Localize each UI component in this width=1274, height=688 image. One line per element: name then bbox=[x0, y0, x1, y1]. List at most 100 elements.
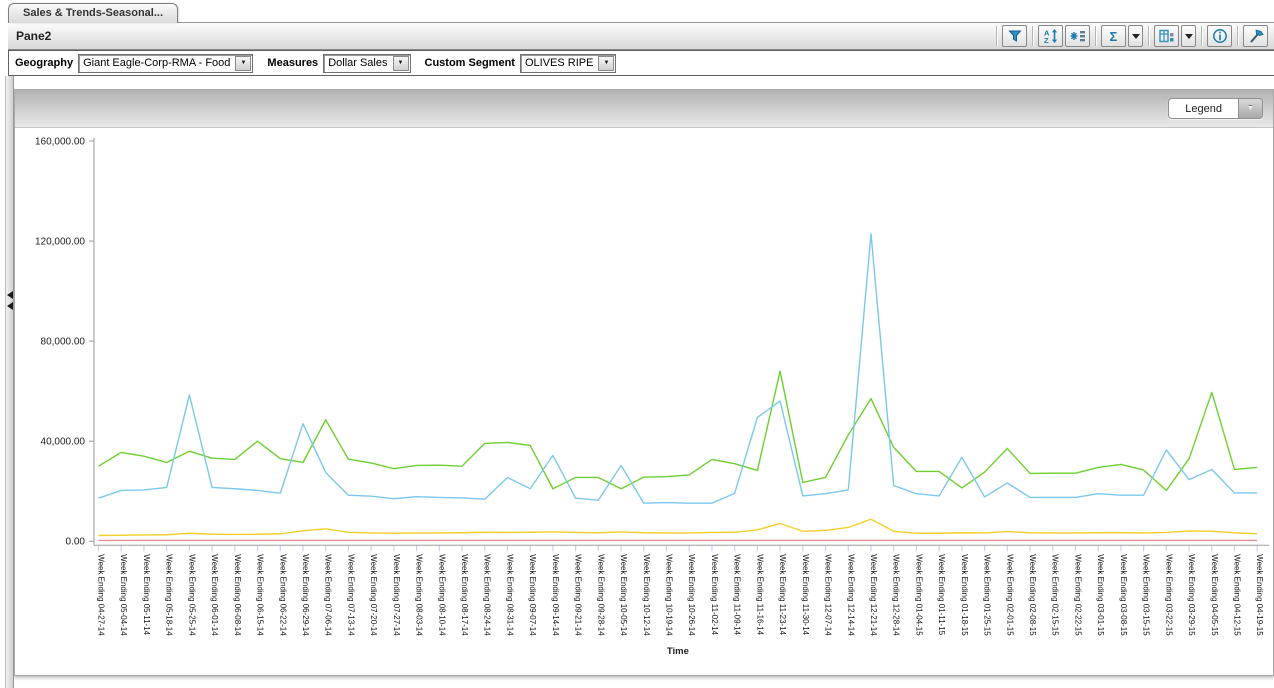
x-tick-label: Week Ending 10-19-14 bbox=[664, 554, 673, 636]
y-tick-label: 120,000.00 bbox=[35, 237, 85, 248]
table-layout-dropdown-button[interactable] bbox=[1181, 25, 1196, 47]
toolbar: A Z Σ bbox=[993, 25, 1270, 47]
legend-button-label: Legend bbox=[1169, 99, 1238, 118]
x-tick-label: Week Ending 09-28-14 bbox=[596, 554, 605, 636]
pane-body: Legend ▼ 0.00 40,000.00 80,000.00 120,000.0… bbox=[0, 76, 1274, 688]
filter-icon bbox=[1007, 28, 1023, 44]
x-tick-label: Week Ending 06-15-14 bbox=[256, 554, 265, 636]
info-button[interactable] bbox=[1207, 25, 1232, 47]
x-tick-label: Week Ending 06-22-14 bbox=[278, 554, 287, 636]
sigma-icon: Σ bbox=[1106, 28, 1122, 44]
sort-button[interactable]: A Z bbox=[1038, 25, 1063, 47]
x-tick-label: Week Ending 11-30-14 bbox=[801, 554, 810, 635]
tools-button[interactable] bbox=[1243, 25, 1268, 47]
x-tick-label: Week Ending 06-08-14 bbox=[233, 554, 242, 636]
pane-splitter[interactable] bbox=[5, 76, 14, 688]
y-tick-label: 160,000.00 bbox=[35, 136, 85, 147]
toolbar-separator bbox=[1237, 26, 1238, 46]
y-tick-label: 80,000.00 bbox=[41, 337, 86, 348]
custom-segment-dropdown[interactable]: OLIVES RIPE ▼ bbox=[520, 54, 616, 73]
table-layout-icon bbox=[1159, 28, 1175, 44]
x-tick-label: Week Ending 03-01-15 bbox=[1096, 554, 1105, 636]
collapse-left-icon bbox=[7, 291, 13, 299]
tools-icon bbox=[1248, 28, 1264, 44]
x-tick-label: Week Ending 02-15-15 bbox=[1051, 554, 1060, 636]
x-axis-title: Time bbox=[667, 646, 689, 657]
sort-icon: A Z bbox=[1043, 28, 1059, 44]
chevron-down-icon: ▼ bbox=[598, 56, 614, 71]
yellow-series bbox=[99, 519, 1258, 535]
x-tick-label: Week Ending 06-01-14 bbox=[210, 554, 219, 636]
toolbar-separator bbox=[996, 26, 997, 46]
geography-dropdown[interactable]: Giant Eagle-Corp-RMA - Food ▼ bbox=[78, 54, 253, 73]
x-tick-label: Week Ending 01-04-15 bbox=[914, 554, 923, 636]
x-tick-label: Week Ending 11-16-14 bbox=[755, 554, 764, 635]
x-tick-label: Week Ending 10-05-14 bbox=[619, 554, 628, 636]
toolbar-separator bbox=[1148, 26, 1149, 46]
chart-panel: Legend ▼ 0.00 40,000.00 80,000.00 120,000.0… bbox=[14, 89, 1274, 676]
x-tick-label: Week Ending 08-24-14 bbox=[483, 554, 492, 636]
sigma-dropdown-arrow bbox=[1132, 33, 1140, 39]
x-tick-label: Week Ending 04-19-15 bbox=[1255, 554, 1264, 636]
x-tick-label: Week Ending 11-09-14 bbox=[733, 554, 742, 635]
green-series bbox=[99, 371, 1258, 490]
pane-header: Pane2 A Z bbox=[8, 22, 1274, 50]
custom-segment-value: OLIVES RIPE bbox=[521, 57, 597, 69]
x-tick-label: Week Ending 11-23-14 bbox=[778, 554, 787, 635]
filter-bar: Geography Giant Eagle-Corp-RMA - Food ▼ … bbox=[8, 50, 1274, 76]
info-icon bbox=[1212, 28, 1228, 44]
x-tick-label: Week Ending 12-28-14 bbox=[892, 554, 901, 636]
tab-sales-trends-seasonal[interactable]: Sales & Trends-Seasonal... bbox=[8, 3, 178, 23]
y-tick-label: 0.00 bbox=[66, 537, 86, 548]
filter-button[interactable] bbox=[1002, 25, 1027, 47]
app-window: Sales & Trends-Seasonal... Pane2 A Z bbox=[0, 0, 1274, 688]
x-tick-label: Week Ending 06-29-14 bbox=[301, 554, 310, 636]
tab-label: Sales & Trends-Seasonal... bbox=[23, 7, 163, 19]
table-layout-button[interactable] bbox=[1154, 25, 1179, 47]
svg-text:Σ: Σ bbox=[1109, 29, 1117, 44]
x-tick-label: Week Ending 01-11-15 bbox=[937, 554, 946, 635]
collapse-pane-arrows[interactable] bbox=[7, 288, 13, 313]
x-tick-label: Week Ending 09-07-14 bbox=[528, 554, 537, 636]
x-tick-label: Week Ending 07-13-14 bbox=[346, 554, 355, 636]
geography-value: Giant Eagle-Corp-RMA - Food bbox=[79, 57, 234, 69]
y-tick-label: 40,000.00 bbox=[41, 437, 86, 448]
pane-title: Pane2 bbox=[16, 29, 51, 43]
x-tick-label: Week Ending 09-21-14 bbox=[574, 554, 583, 636]
sigma-dropdown-button[interactable] bbox=[1128, 25, 1143, 47]
x-tick-label: Week Ending 03-29-15 bbox=[1187, 554, 1196, 636]
chart-header: Legend ▼ bbox=[15, 90, 1273, 128]
x-tick-label: Week Ending 08-17-14 bbox=[460, 554, 469, 636]
x-tick-label: Week Ending 11-02-14 bbox=[710, 554, 719, 635]
x-tick-label: Week Ending 03-15-15 bbox=[1142, 554, 1151, 636]
sigma-button[interactable]: Σ bbox=[1101, 25, 1126, 47]
x-tick-label: Week Ending 12-21-14 bbox=[869, 554, 878, 636]
x-tick-label: Week Ending 01-18-15 bbox=[960, 554, 969, 636]
x-tick-label: Week Ending 05-11-14 bbox=[142, 554, 151, 635]
custom-segment-label: Custom Segment bbox=[425, 57, 515, 69]
x-tick-label: Week Ending 08-31-14 bbox=[505, 554, 514, 636]
x-tick-label: Week Ending 02-22-15 bbox=[1073, 554, 1082, 636]
geography-label: Geography bbox=[15, 57, 73, 69]
x-tick-label: Week Ending 07-06-14 bbox=[324, 554, 333, 636]
multi-select-button[interactable] bbox=[1065, 25, 1090, 47]
x-tick-label: Week Ending 09-14-14 bbox=[551, 554, 560, 636]
x-tick-label: Week Ending 05-25-14 bbox=[187, 554, 196, 636]
x-tick-label: Week Ending 08-10-14 bbox=[437, 554, 446, 636]
x-tick-label: Week Ending 08-03-14 bbox=[415, 554, 424, 636]
toolbar-separator bbox=[1201, 26, 1202, 46]
blue-series bbox=[99, 234, 1258, 503]
measures-dropdown[interactable]: Dollar Sales ▼ bbox=[323, 54, 410, 73]
x-tick-label: Week Ending 04-27-14 bbox=[96, 554, 105, 636]
x-tick-label: Week Ending 01-25-15 bbox=[983, 554, 992, 636]
toolbar-separator bbox=[1095, 26, 1096, 46]
x-tick-label: Week Ending 10-12-14 bbox=[642, 554, 651, 636]
legend-dropdown-button[interactable]: Legend ▼ bbox=[1168, 98, 1263, 119]
x-tick-label: Week Ending 10-26-14 bbox=[687, 554, 696, 636]
chevron-down-icon: ▼ bbox=[393, 56, 409, 71]
x-tick-label: Week Ending 07-27-14 bbox=[392, 554, 401, 636]
tab-strip: Sales & Trends-Seasonal... bbox=[0, 0, 1274, 22]
x-tick-label: Week Ending 05-04-14 bbox=[119, 554, 128, 636]
measures-label: Measures bbox=[267, 57, 318, 69]
svg-text:Z: Z bbox=[1044, 36, 1049, 44]
